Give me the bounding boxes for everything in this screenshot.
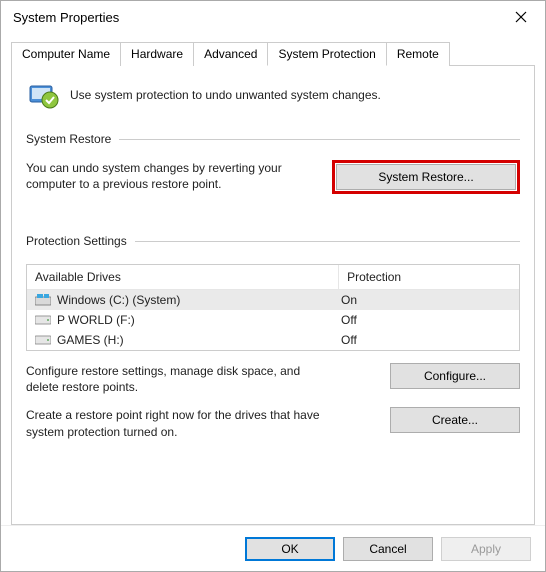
system-properties-window: System Properties Computer Name Hardware… [0,0,546,572]
titlebar: System Properties [1,1,545,33]
create-row: Create a restore point right now for the… [26,407,520,439]
tab-computer-name[interactable]: Computer Name [11,42,121,66]
tab-advanced[interactable]: Advanced [193,42,268,66]
drives-table: Available Drives Protection Windows (C:)… [26,264,520,351]
tab-strip: Computer Name Hardware Advanced System P… [11,41,535,65]
drive-name: GAMES (H:) [57,333,124,347]
drive-row[interactable]: Windows (C:) (System) On [27,290,519,310]
divider [135,241,520,242]
window-title: System Properties [13,10,119,25]
tab-remote[interactable]: Remote [386,42,450,66]
section-header-protection: Protection Settings [26,234,520,248]
drive-name: Windows (C:) (System) [57,293,180,307]
tab-panel-system-protection: Use system protection to undo unwanted s… [11,65,535,525]
drive-system-icon [35,294,51,306]
close-button[interactable] [501,3,541,31]
highlight-box: System Restore... [332,160,520,194]
drive-row[interactable]: P WORLD (F:) Off [27,310,519,330]
create-description: Create a restore point right now for the… [26,407,326,439]
tab-system-protection[interactable]: System Protection [267,42,386,66]
apply-button[interactable]: Apply [441,537,531,561]
content-area: Computer Name Hardware Advanced System P… [1,33,545,525]
drives-body: Windows (C:) (System) On P WORLD (F:) Of… [27,290,519,350]
intro-row: Use system protection to undo unwanted s… [26,78,520,112]
tab-hardware[interactable]: Hardware [120,42,194,66]
drive-protection: Off [341,313,511,327]
drive-row[interactable]: GAMES (H:) Off [27,330,519,350]
drive-name: P WORLD (F:) [57,313,135,327]
dialog-footer: OK Cancel Apply [1,525,545,571]
drive-hdd-icon [35,334,51,346]
section-header-restore: System Restore [26,132,520,146]
cancel-button[interactable]: Cancel [343,537,433,561]
create-button[interactable]: Create... [390,407,520,433]
restore-row: You can undo system changes by reverting… [26,160,520,194]
drive-hdd-icon [35,314,51,326]
ok-button[interactable]: OK [245,537,335,561]
configure-row: Configure restore settings, manage disk … [26,363,520,395]
system-protection-icon [26,78,60,112]
column-header-protection[interactable]: Protection [339,265,519,289]
configure-description: Configure restore settings, manage disk … [26,363,326,395]
column-header-drives[interactable]: Available Drives [27,265,339,289]
section-label-protection: Protection Settings [26,234,127,248]
restore-description: You can undo system changes by reverting… [26,160,306,192]
system-restore-button[interactable]: System Restore... [336,164,516,190]
intro-text: Use system protection to undo unwanted s… [70,88,381,102]
drive-protection: Off [341,333,511,347]
divider [119,139,520,140]
configure-button[interactable]: Configure... [390,363,520,389]
close-icon [515,11,527,23]
drives-header-row: Available Drives Protection [27,265,519,290]
drive-protection: On [341,293,511,307]
section-label-restore: System Restore [26,132,111,146]
